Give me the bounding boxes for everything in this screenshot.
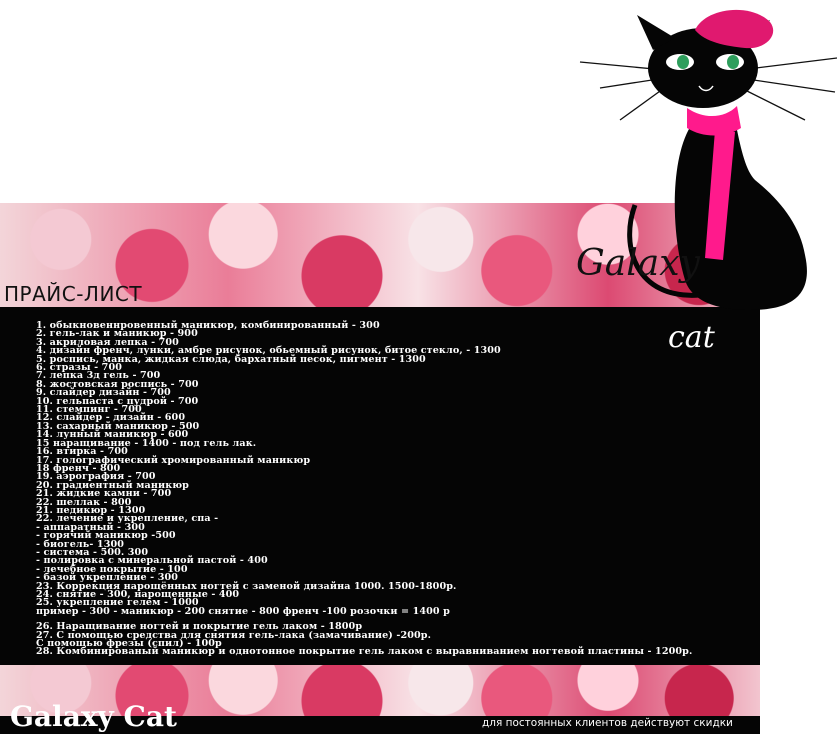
footer-brand: Galaxy Cat xyxy=(10,700,177,733)
list-item: 21. жидкие камни - 700 xyxy=(36,488,172,500)
list-item: - горячий маникюр -500 xyxy=(36,530,176,542)
list-item: 15 наращивание - 1400 - под гель лак. xyxy=(36,437,257,449)
scarf-icon xyxy=(687,106,741,136)
price-list-title: ПРАЙС-ЛИСТ xyxy=(4,282,143,306)
list-item: пример - 300 - маникюр - 200 снятие - 80… xyxy=(36,605,450,617)
price-list: 1. обыкновеннровенный маникюр, комбиниро… xyxy=(36,320,696,658)
list-item: 17. голографический хромированный маникю… xyxy=(36,454,311,466)
discount-note: для постоянных клиентов действуют скидки xyxy=(482,717,733,729)
list-item: 5. роспись, манка, жидкая слюда, бархатн… xyxy=(36,353,426,365)
list-item: 28. Комбинированый маникюр и однотонное … xyxy=(36,646,693,658)
logo-cat: cat xyxy=(668,320,715,355)
logo-galaxy: Galaxy xyxy=(576,243,700,284)
